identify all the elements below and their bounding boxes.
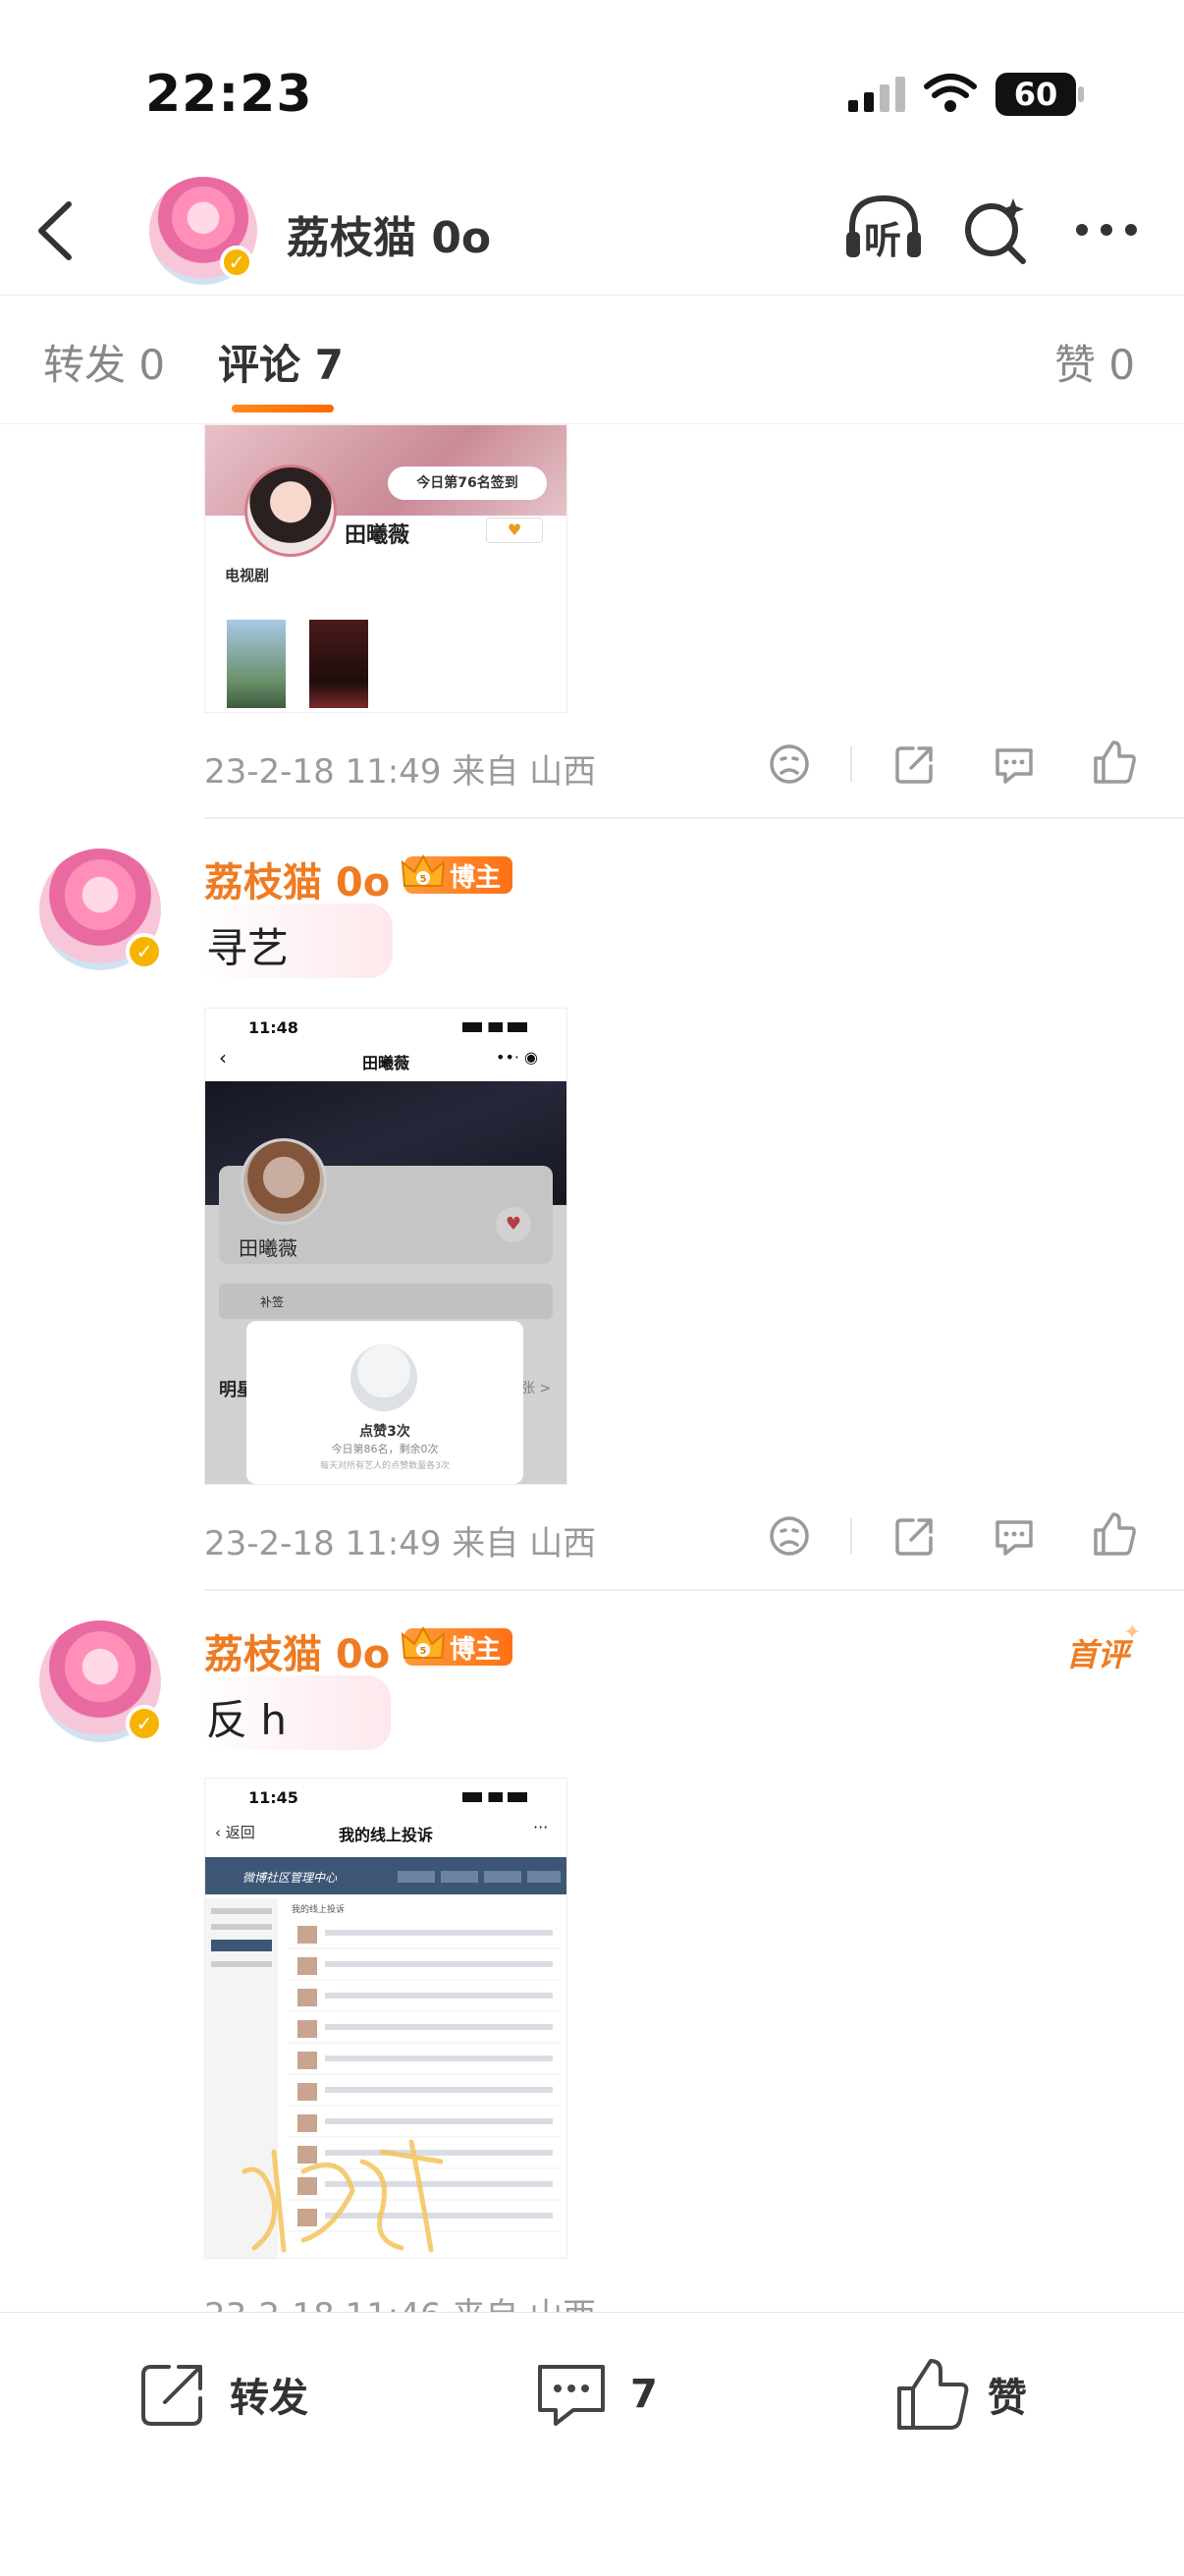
comment-avatar[interactable]: ✓ [39, 1620, 163, 1742]
like-icon[interactable] [1092, 739, 1137, 790]
card-banner: 今日第76名签到 [388, 466, 547, 500]
comment-button[interactable]: 7 [532, 2355, 689, 2434]
reply-icon[interactable] [992, 1514, 1037, 1563]
shot-popup-line1: 今日第86名，剩余0次 [331, 1443, 439, 1455]
repost-label: 转发 [230, 2376, 308, 2421]
dislike-icon[interactable] [768, 742, 811, 790]
card-name: 田曦薇 [345, 523, 410, 548]
comment-image-xunyi[interactable]: 11:48 ‹ 田曦薇 ••· ◉ 田曦薇 ♥ 补签 明星 张 > 点赞3次 今… [204, 1008, 567, 1485]
shot-popup-image [350, 1344, 417, 1411]
svg-text:5: 5 [420, 1646, 427, 1657]
comment-meta: 23-2-18 11:49 来自 山西 [204, 752, 597, 792]
divider [204, 817, 1184, 819]
comment-count: 7 [630, 2372, 658, 2417]
comment-text: 反 h [206, 1696, 287, 1744]
listen-icon-label: 听 [864, 219, 902, 262]
shot2-status-icons [462, 1792, 527, 1802]
share-icon[interactable] [893, 742, 937, 790]
signal-icon [846, 77, 907, 118]
shot2-time: 11:45 [248, 1788, 298, 1807]
blogger-badge-label: 博主 [450, 862, 502, 893]
search-icon[interactable] [960, 194, 1033, 267]
like-icon [897, 2359, 969, 2430]
like-label: 赞 [988, 2376, 1027, 2421]
battery-tip [1078, 86, 1084, 102]
comment-user-name[interactable]: 荔枝猫 0o [204, 1622, 390, 1679]
tab-repost[interactable]: 转发 0 [43, 332, 165, 392]
shot-status-icons [462, 1022, 527, 1032]
more-icon[interactable] [1072, 218, 1141, 242]
first-comment-label: 首评 [1066, 1636, 1130, 1673]
sparkle-icon: ✦ [1123, 1620, 1142, 1645]
comment-image-sign-card[interactable]: 今日第76名签到 田曦薇 ♥ 电视剧 [204, 424, 567, 713]
comment-avatar[interactable]: ✓ [39, 849, 163, 970]
shot-time: 11:48 [248, 1018, 298, 1037]
blogger-badge: 5 博主 [401, 853, 513, 894]
battery-level: 60 [1013, 76, 1058, 113]
shot2-section: 我的线上投诉 [292, 1905, 346, 1915]
card-section: 电视剧 [225, 567, 270, 584]
svg-text:5: 5 [420, 874, 427, 885]
verified-badge-icon: ✓ [220, 246, 253, 279]
header-title[interactable]: 荔枝猫 0o [287, 202, 491, 265]
comment-image-complaints[interactable]: 11:45 ‹ 返回 我的线上投诉 ··· 微博社区管理中心 我的线上投诉 [204, 1778, 567, 2259]
comment-meta: 23-2-18 11:49 来自 山西 [204, 1524, 597, 1563]
crown-icon: 5 [399, 849, 448, 898]
share-icon[interactable] [893, 1514, 937, 1562]
shot2-admin-tabs [398, 1871, 561, 1883]
action-divider [850, 1518, 852, 1554]
reply-icon[interactable] [992, 742, 1037, 792]
verified-badge-icon: ✓ [126, 933, 163, 970]
tab-likes[interactable]: 赞 0 [1054, 332, 1135, 392]
status-time: 22:23 [145, 65, 313, 124]
shot-popup-line2: 每天对所有艺人的点赞数量各3次 [320, 1461, 450, 1471]
battery-icon: 60 [996, 73, 1076, 116]
crown-icon: 5 [399, 1620, 448, 1670]
tab-bar [0, 295, 1184, 424]
card-avatar [244, 465, 337, 557]
back-button[interactable] [27, 196, 86, 265]
divider [204, 1589, 1184, 1591]
card-poster-1 [227, 620, 286, 708]
bottom-action-bar [0, 2312, 1184, 2576]
shot2-watermark [235, 2132, 451, 2258]
repost-icon [141, 2365, 202, 2426]
shot-menu-icons: ••· ◉ [496, 1048, 539, 1067]
card-poster-2 [309, 620, 368, 708]
repost-button[interactable]: 转发 [135, 2355, 332, 2434]
comment-icon [538, 2365, 605, 2426]
comment-user-name[interactable]: 荔枝猫 0o [204, 850, 390, 907]
wifi-icon [923, 73, 978, 118]
shot2-more: ··· [533, 1818, 549, 1836]
shot2-admin-title: 微博社区管理中心 [242, 1871, 338, 1885]
like-button[interactable]: 赞 [893, 2353, 1050, 2436]
heart-icon: ♥ [486, 518, 543, 543]
like-icon[interactable] [1092, 1510, 1137, 1562]
shot-popup-title: 点赞3次 [359, 1424, 410, 1440]
shot2-title: 我的线上投诉 [338, 1826, 433, 1844]
header-avatar[interactable]: ✓ [149, 177, 257, 285]
blogger-badge-label: 博主 [450, 1634, 502, 1665]
verified-badge-icon: ✓ [126, 1705, 163, 1742]
tab-active-indicator [232, 405, 334, 412]
listen-button[interactable]: 听 [842, 189, 925, 269]
action-divider [850, 746, 852, 782]
dislike-icon[interactable] [768, 1514, 811, 1562]
tab-comments[interactable]: 评论 7 [218, 332, 344, 392]
comment-text: 寻艺 [206, 924, 290, 972]
blogger-badge: 5 博主 [401, 1625, 513, 1666]
